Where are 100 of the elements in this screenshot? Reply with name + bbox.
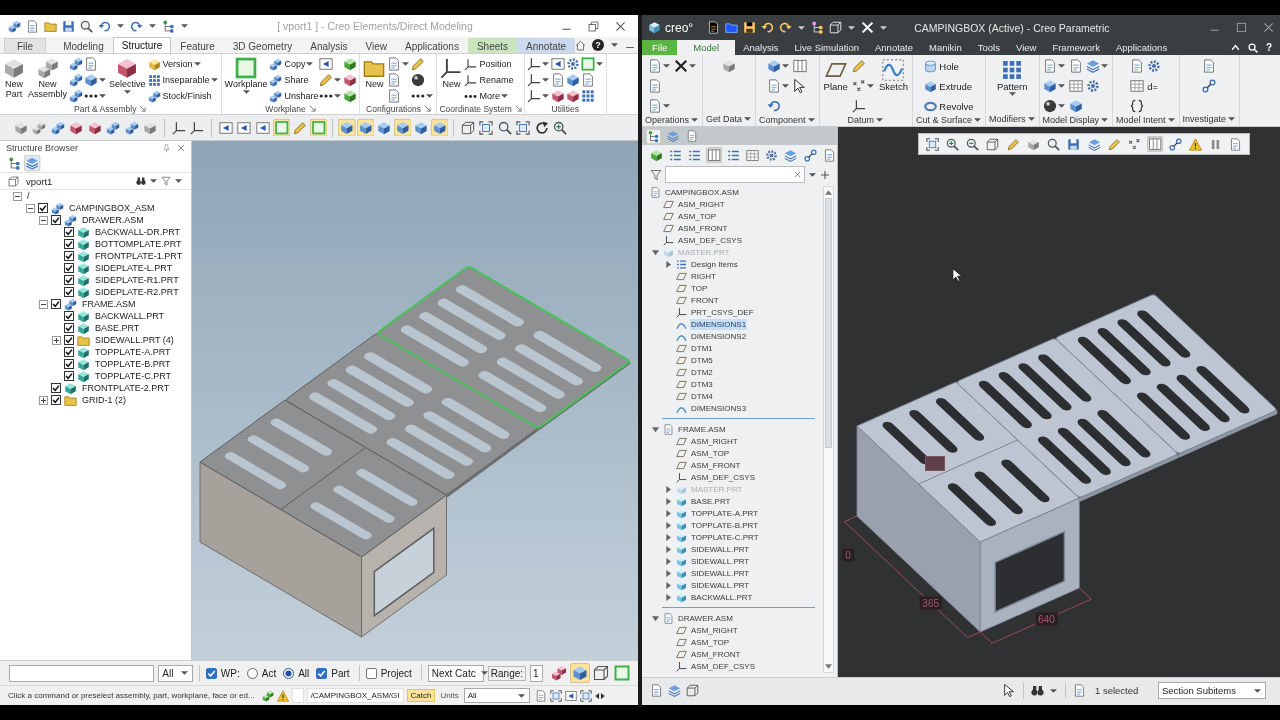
ribbon-button[interactable]: New Assembly xyxy=(27,57,68,100)
home-icon[interactable] xyxy=(575,39,587,51)
tree-item[interactable]: CAMPINGBOX_ASM xyxy=(69,202,155,214)
cube-icon[interactable] xyxy=(343,89,358,103)
arrows-icon[interactable] xyxy=(594,690,605,701)
save-icon[interactable] xyxy=(743,21,757,34)
tree-item[interactable]: FRAME.ASM xyxy=(82,298,136,310)
caret-icon[interactable] xyxy=(306,62,314,66)
tree-item[interactable]: ASM_FRONT xyxy=(690,459,742,471)
tree-item[interactable]: ASM_DEF_CSYS xyxy=(677,234,744,246)
caret-icon[interactable] xyxy=(175,179,182,183)
caret-icon[interactable] xyxy=(1100,64,1108,68)
caret-icon[interactable] xyxy=(123,89,131,94)
cube-icon[interactable] xyxy=(550,89,565,103)
caret-icon[interactable] xyxy=(880,25,888,30)
redo-icon[interactable] xyxy=(130,19,143,33)
ribbon-tab[interactable]: Applications xyxy=(1107,40,1176,55)
checkbox[interactable] xyxy=(64,275,74,285)
tree-icon[interactable] xyxy=(162,19,175,33)
ribbon-button[interactable]: Rename xyxy=(464,73,514,87)
triangle-icon[interactable] xyxy=(664,581,672,589)
caret-icon[interactable] xyxy=(242,89,250,94)
caret-icon[interactable] xyxy=(744,116,752,121)
undo-icon[interactable] xyxy=(767,99,782,113)
corner-brackets-icon[interactable] xyxy=(925,137,939,151)
caret-icon[interactable] xyxy=(334,78,342,82)
cube-icon[interactable] xyxy=(413,120,428,135)
caret-icon[interactable] xyxy=(181,24,188,28)
tree-icon[interactable] xyxy=(646,128,661,144)
caret-icon[interactable] xyxy=(1254,688,1261,693)
caret-icon[interactable] xyxy=(809,172,816,177)
tree-item[interactable]: ASM_DEF_CSYS xyxy=(690,660,757,672)
folder-icon[interactable] xyxy=(725,21,739,34)
caret-icon[interactable] xyxy=(848,25,856,30)
plus-icon[interactable] xyxy=(820,169,830,180)
caret-icon[interactable] xyxy=(334,94,342,98)
maximize-icon[interactable] xyxy=(1236,22,1247,33)
pencil-icon[interactable] xyxy=(1006,137,1020,151)
ribbon-button[interactable]: Revolve xyxy=(924,99,974,113)
pencil-icon[interactable] xyxy=(1107,137,1121,151)
tree-item[interactable]: TOPPLATE-B.PRT xyxy=(690,519,760,531)
caret-icon[interactable] xyxy=(974,117,981,122)
cube-icon[interactable] xyxy=(570,663,590,683)
triangle-icon[interactable] xyxy=(651,614,659,622)
document-icon[interactable] xyxy=(707,21,721,34)
tree-item[interactable]: ASM_TOP xyxy=(677,210,718,222)
caret-icon[interactable] xyxy=(1167,117,1175,122)
triangle-box-icon[interactable] xyxy=(218,120,233,135)
viewport-name[interactable]: vport1 xyxy=(26,175,53,187)
tree-item[interactable]: / xyxy=(27,190,30,202)
caret-icon[interactable] xyxy=(782,84,790,88)
search-icon[interactable] xyxy=(80,19,93,33)
ribbon-button[interactable]: d= xyxy=(1147,80,1159,92)
cubes-icon[interactable] xyxy=(8,19,21,33)
ribbon-tab[interactable]: Tools xyxy=(969,40,1008,55)
cross-icon[interactable] xyxy=(861,21,875,34)
ribbon-button[interactable]: Extrude xyxy=(924,79,973,93)
cube-icon[interactable] xyxy=(143,120,158,135)
triangle-icon[interactable] xyxy=(664,521,672,529)
group-label[interactable]: Model Intent xyxy=(1116,114,1166,125)
table-icon[interactable] xyxy=(745,148,759,162)
caret-icon[interactable] xyxy=(193,62,201,66)
cubes-icon[interactable] xyxy=(69,89,83,103)
caret-icon[interactable] xyxy=(1008,92,1016,97)
columns-icon[interactable] xyxy=(1146,136,1163,153)
binoculars-icon[interactable] xyxy=(1031,684,1044,697)
triangle-box-icon[interactable] xyxy=(255,120,270,135)
tree-item[interactable]: TOPPLATE-A.PRT xyxy=(690,507,760,519)
circular-arrow-icon[interactable] xyxy=(534,120,549,135)
wire-cube-icon[interactable] xyxy=(986,137,1000,151)
layers-icon[interactable] xyxy=(1085,59,1100,73)
tree-item[interactable]: ASM_TOP xyxy=(690,636,731,648)
tree-item[interactable]: TOPPLATE-A.PRT xyxy=(95,346,171,358)
axes-icon[interactable] xyxy=(190,120,205,135)
caret-icon[interactable] xyxy=(1101,117,1109,122)
ribbon-button[interactable]: Copy xyxy=(269,57,306,71)
tree-item[interactable]: BACKWALL-DR.PRT xyxy=(95,226,181,238)
cube-icon[interactable] xyxy=(430,118,448,137)
chevron-up-icon[interactable] xyxy=(1230,43,1240,52)
cube-icon[interactable] xyxy=(565,73,580,87)
search-icon[interactable] xyxy=(497,120,512,135)
tree-item[interactable]: ASM_RIGHT xyxy=(690,624,739,636)
checkbox[interactable] xyxy=(64,263,74,273)
tree-item[interactable]: ASM_FRONT xyxy=(690,648,742,660)
tree-item[interactable]: BASE.PRT xyxy=(690,495,732,507)
table-icon[interactable] xyxy=(1130,79,1145,93)
cube-icon[interactable] xyxy=(376,120,391,135)
undo-icon[interactable] xyxy=(761,21,775,34)
group-label[interactable]: Model Display xyxy=(1042,114,1100,125)
caret-icon[interactable] xyxy=(866,84,874,88)
ribbon-tab[interactable]: Applications xyxy=(396,38,468,53)
tree-item[interactable]: BACKWALL.PRT xyxy=(95,310,165,322)
cube-icon[interactable] xyxy=(1068,99,1083,113)
range-field[interactable]: 1 xyxy=(530,664,543,682)
ribbon-button[interactable]: Inseparable xyxy=(147,73,210,87)
search-field[interactable] xyxy=(665,166,805,183)
link-icon[interactable] xyxy=(803,148,817,162)
tree-item[interactable]: SIDEPLATE-R2.PRT xyxy=(95,286,179,298)
tree-item[interactable]: BACKWALL.PRT xyxy=(690,591,754,603)
list-icon[interactable] xyxy=(668,148,682,162)
